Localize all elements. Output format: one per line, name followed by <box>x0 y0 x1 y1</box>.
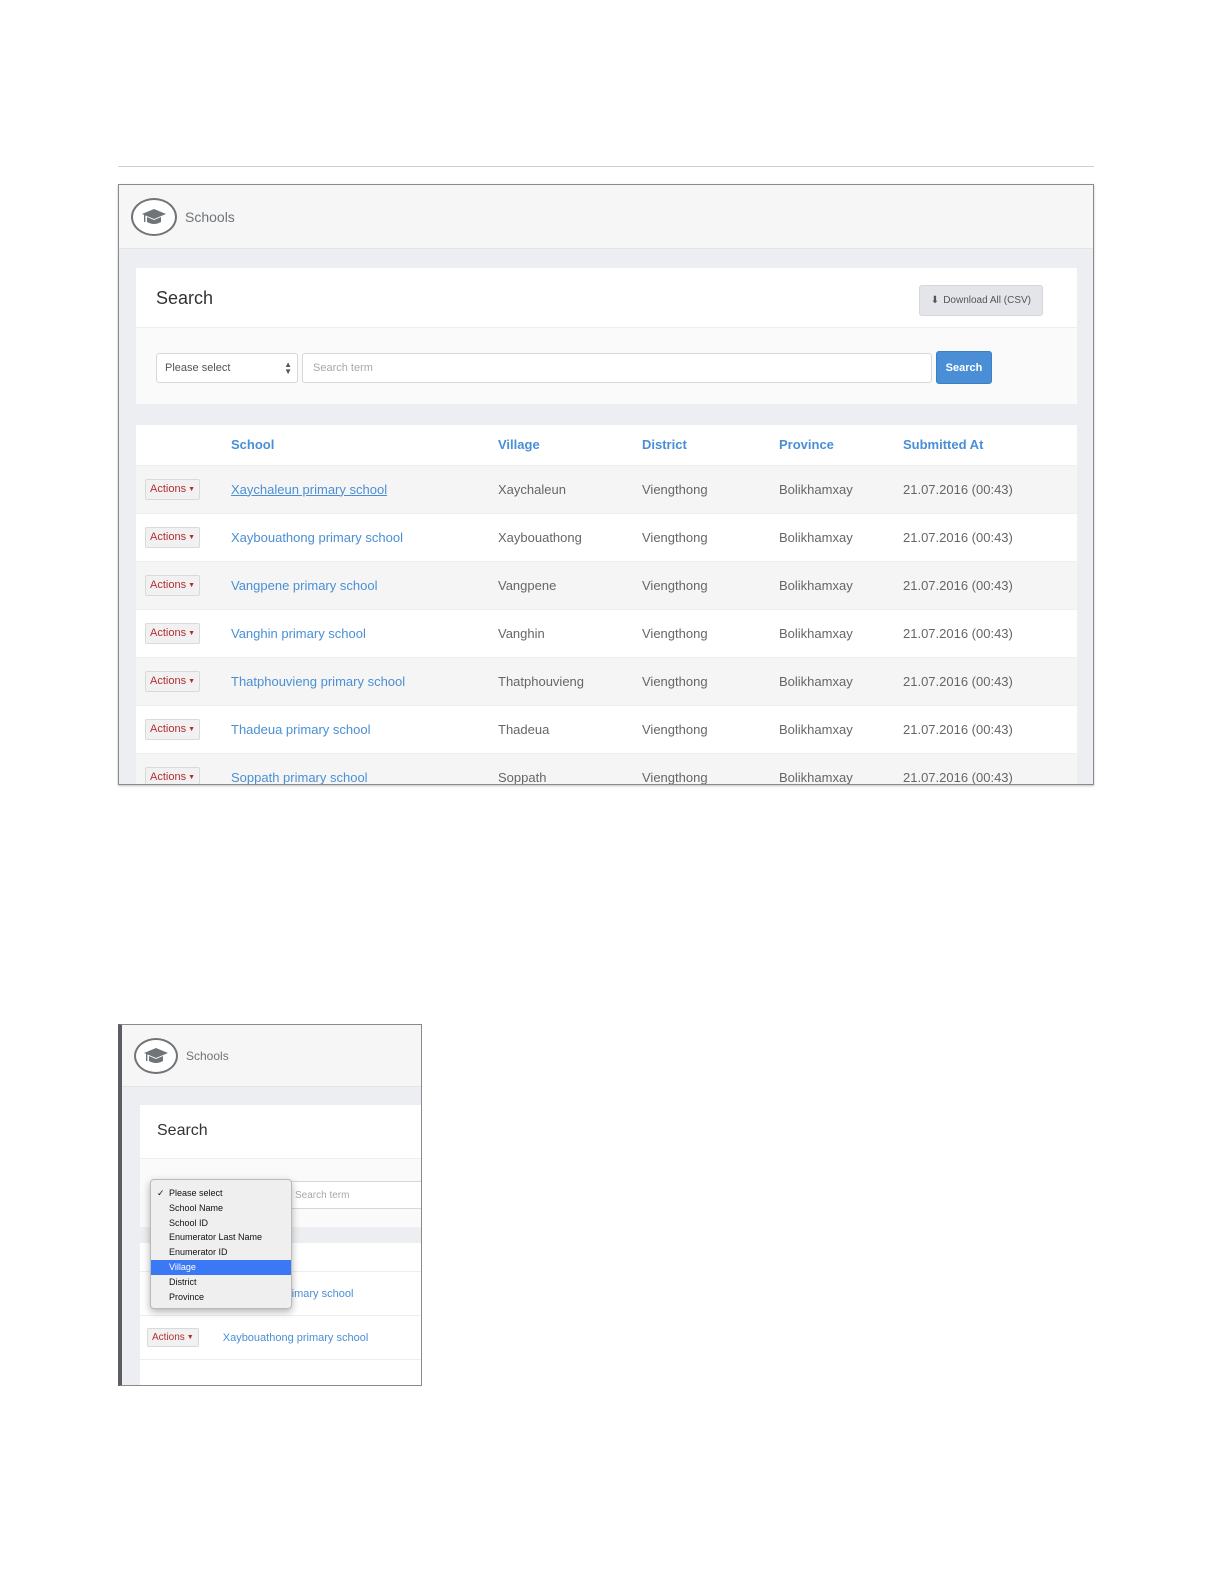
dropdown-option[interactable]: School ID <box>151 1216 291 1231</box>
village-cell: Thadeua <box>498 704 642 753</box>
dropdown-option[interactable]: District <box>151 1275 291 1290</box>
table-row: Actions ▼ Xaychaleun primary school Xaych… <box>136 464 1077 513</box>
school-link[interactable]: Soppath primary school <box>231 770 368 784</box>
screenshot-dropdown: Schools Search rimary school Actions▼ Xa… <box>118 1024 422 1386</box>
table-row: Actions ▼ Thadeua primary school Thadeua … <box>136 704 1077 753</box>
caret-down-icon: ▼ <box>188 629 196 637</box>
province-cell: Bolikhamxay <box>779 512 903 561</box>
search-field-select[interactable]: Please select ▲ ▼ <box>156 353 298 383</box>
search-input[interactable] <box>288 1181 421 1209</box>
table-row: Actions ▼ Vangpene primary school Vangpen… <box>136 560 1077 609</box>
top-divider <box>118 166 1094 167</box>
actions-button[interactable]: Actions ▼ <box>145 574 201 596</box>
school-link[interactable]: Xaybouathong primary school <box>231 530 403 545</box>
graduation-cap-icon <box>131 197 177 236</box>
district-cell: Viengthong <box>642 608 779 657</box>
district-cell: Viengthong <box>642 464 779 513</box>
submitted-cell: 21.07.2016 (00:43) <box>903 752 1077 784</box>
search-button[interactable]: Search <box>936 351 992 384</box>
column-submitted-at[interactable]: Submitted At <box>903 425 1077 465</box>
village-cell: Xaybouathong <box>498 512 642 561</box>
province-cell: Bolikhamxay <box>779 656 903 705</box>
actions-button[interactable]: Actions ▼ <box>145 478 201 500</box>
column-province[interactable]: Province <box>779 425 903 465</box>
graduation-cap-icon <box>134 1037 178 1074</box>
submitted-cell: 21.07.2016 (00:43) <box>903 608 1077 657</box>
school-link[interactable]: Xaychaleun primary school <box>231 482 387 497</box>
dropdown-option[interactable]: ✓ Please select <box>151 1186 291 1201</box>
schools-table: School Village District Province Submitt… <box>136 425 1077 784</box>
column-school[interactable]: School <box>231 425 498 465</box>
dropdown-option-highlighted[interactable]: Village <box>151 1259 291 1275</box>
province-cell: Bolikhamxay <box>779 608 903 657</box>
province-cell: Bolikhamxay <box>779 560 903 609</box>
school-link[interactable]: Thatphouvieng primary school <box>231 674 405 689</box>
district-cell: Viengthong <box>642 704 779 753</box>
column-district[interactable]: District <box>642 425 779 465</box>
actions-button[interactable]: Actions ▼ <box>145 766 201 784</box>
search-field-dropdown[interactable]: ✓ Please select School Name School ID Enu… <box>150 1179 292 1309</box>
download-csv-button[interactable]: ⬇ Download All (CSV) <box>918 285 1043 316</box>
actions-button[interactable]: Actions ▼ <box>145 718 201 740</box>
actions-button[interactable]: Actions ▼ <box>145 670 201 692</box>
province-cell: Bolikhamxay <box>779 464 903 513</box>
province-cell: Bolikhamxay <box>779 704 903 753</box>
app-title: Schools <box>186 1048 229 1063</box>
village-cell: Vanghin <box>498 608 642 657</box>
village-cell: Soppath <box>498 752 642 784</box>
school-link[interactable]: rimary school <box>288 1288 353 1300</box>
submitted-cell: 21.07.2016 (00:43) <box>903 512 1077 561</box>
caret-down-icon: ▼ <box>188 725 196 733</box>
district-cell: Viengthong <box>642 560 779 609</box>
caret-down-icon: ▼ <box>188 581 196 589</box>
search-input[interactable] <box>302 353 932 383</box>
table-row <box>140 1359 421 1385</box>
dropdown-option[interactable]: Enumerator ID <box>151 1245 291 1260</box>
select-arrows-icon: ▲ ▼ <box>284 360 292 376</box>
dropdown-option[interactable]: School Name <box>151 1201 291 1216</box>
search-panel: Search ⬇ Download All (CSV) Please selec… <box>136 268 1077 404</box>
app-header: Schools <box>119 185 1093 249</box>
submitted-cell: 21.07.2016 (00:43) <box>903 656 1077 705</box>
school-link[interactable]: Vanghin primary school <box>231 626 366 641</box>
district-cell: Viengthong <box>642 512 779 561</box>
table-row: Actions ▼ Vanghin primary school Vanghin … <box>136 608 1077 657</box>
caret-down-icon: ▼ <box>186 1334 194 1341</box>
checkmark-icon: ✓ <box>157 1188 165 1198</box>
actions-button[interactable]: Actions ▼ <box>145 526 201 548</box>
app-title: Schools <box>185 208 235 225</box>
table-header: School Village District Province Submitt… <box>136 425 1077 465</box>
village-cell: Vangpene <box>498 560 642 609</box>
column-village[interactable]: Village <box>498 425 642 465</box>
village-cell: Xaychaleun <box>498 464 642 513</box>
table-row: Actions ▼ Xaybouathong primary school <box>140 1315 421 1359</box>
district-cell: Viengthong <box>642 656 779 705</box>
submitted-cell: 21.07.2016 (00:43) <box>903 704 1077 753</box>
caret-down-icon: ▼ <box>188 533 196 541</box>
dropdown-option[interactable]: Province <box>151 1290 291 1305</box>
actions-button[interactable]: Actions ▼ <box>145 622 201 644</box>
caret-down-icon: ▼ <box>188 485 196 493</box>
school-link[interactable]: Xaybouathong primary school <box>223 1332 369 1344</box>
search-title: Search <box>156 288 214 308</box>
search-title: Search <box>157 1122 208 1139</box>
village-cell: Thatphouvieng <box>498 656 642 705</box>
district-cell: Viengthong <box>642 752 779 784</box>
caret-down-icon: ▼ <box>188 773 196 781</box>
screenshot-main: Schools Search ⬇ Download All (CSV) Plea… <box>118 184 1094 785</box>
submitted-cell: 21.07.2016 (00:43) <box>903 464 1077 513</box>
download-icon: ⬇ <box>930 295 940 306</box>
caret-down-icon: ▼ <box>188 677 196 685</box>
submitted-cell: 21.07.2016 (00:43) <box>903 560 1077 609</box>
app-header: Schools <box>122 1025 421 1087</box>
actions-button[interactable]: Actions ▼ <box>147 1328 199 1347</box>
school-link[interactable]: Thadeua primary school <box>231 722 370 737</box>
school-link[interactable]: Vangpene primary school <box>231 578 377 593</box>
province-cell: Bolikhamxay <box>779 752 903 784</box>
dropdown-option[interactable]: Enumerator Last Name <box>151 1230 291 1245</box>
table-row: Actions ▼ Xaybouathong primary school Xay… <box>136 512 1077 561</box>
table-row: Actions ▼ Soppath primary school Soppath … <box>136 752 1077 784</box>
table-row: Actions ▼ Thatphouvieng primary school Th… <box>136 656 1077 705</box>
